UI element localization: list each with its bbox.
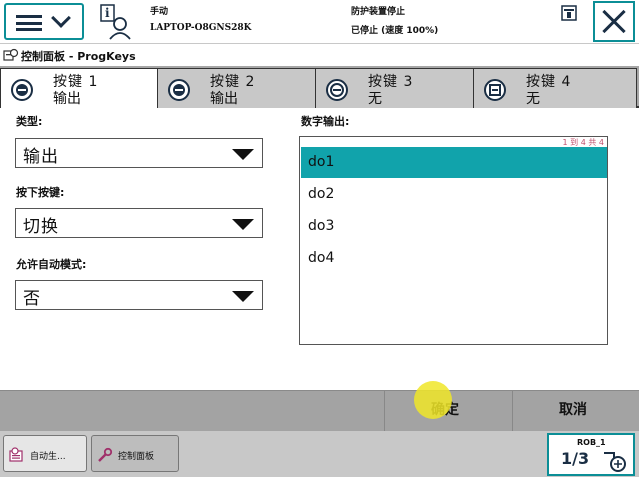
- dropdown-arrow-icon: [232, 149, 254, 160]
- type-label: 类型:: [16, 115, 43, 128]
- control-panel-icon: [3, 48, 19, 61]
- jog-mode-icon: [604, 452, 626, 472]
- tab-value: 无: [526, 91, 540, 107]
- digital-output-label: 数字输出:: [301, 115, 350, 128]
- chevron-down-icon: [51, 8, 71, 28]
- task-auto-produce[interactable]: 自动生...: [3, 435, 87, 472]
- task-label: 控制面板: [118, 452, 155, 462]
- svg-text:i: i: [105, 6, 110, 20]
- tab-value: 输出: [53, 91, 81, 107]
- allow-auto-label: 允许自动模式:: [16, 258, 87, 271]
- taskbar: 自动生... 控制面板 ROB_1 1/3: [0, 431, 639, 477]
- top-bar: i 手动 LAPTOP-O8GNS28K 防护装置停止 已停止 (速度 100%…: [0, 0, 639, 44]
- dropdown-arrow-icon: [232, 291, 254, 302]
- wrench-icon: [98, 447, 113, 462]
- tab-key-4[interactable]: 按键 4 无: [474, 68, 637, 108]
- list-item-do3[interactable]: do3: [301, 211, 607, 242]
- divider: [512, 391, 513, 432]
- list-item-do4[interactable]: do4: [301, 243, 607, 274]
- divider: [384, 391, 385, 432]
- close-button[interactable]: [593, 1, 635, 42]
- list-item-do1[interactable]: do1: [301, 147, 607, 178]
- speed-status: 已停止 (速度 100%): [351, 26, 439, 36]
- main-menu-button[interactable]: [4, 3, 84, 40]
- controller-name: LAPTOP-O8GNS28K: [150, 23, 252, 33]
- robot-name: ROB_1: [577, 438, 606, 447]
- tab-key-3[interactable]: 按键 3 无: [316, 68, 474, 108]
- cancel-button[interactable]: 取消: [518, 391, 628, 432]
- tab-value: 无: [368, 91, 382, 107]
- press-key-label: 按下按键:: [16, 186, 65, 199]
- task-control-panel[interactable]: 控制面板: [91, 435, 179, 472]
- key-tabs: 按键 1 输出 按键 2 输出 按键 3 无 按键 4 无: [0, 66, 639, 110]
- hamburger-icon: [16, 15, 42, 31]
- tab-value: 输出: [210, 91, 238, 107]
- list-item-do2[interactable]: do2: [301, 179, 607, 210]
- production-window-icon: [9, 447, 23, 462]
- tab-key-1[interactable]: 按键 1 输出: [0, 68, 158, 110]
- dropdown-arrow-icon: [232, 219, 254, 230]
- key-config-panel: 类型: 输出 按下按键: 切换 允许自动模式: 否 数字输出: 1 到 4 共 …: [0, 108, 639, 390]
- tab-key-2[interactable]: 按键 2 输出: [158, 68, 316, 108]
- touch-cursor-indicator: [414, 381, 452, 419]
- type-select[interactable]: 输出: [15, 138, 263, 168]
- allow-auto-select[interactable]: 否: [15, 280, 263, 310]
- none-key-icon: [484, 79, 506, 101]
- digital-output-list[interactable]: 1 到 4 共 4 do1 do2 do3 do4: [299, 136, 608, 345]
- task-label: 自动生...: [30, 452, 66, 462]
- robot-status-button[interactable]: ROB_1 1/3: [547, 433, 635, 476]
- page-title: 控制面板 - ProgKeys: [21, 50, 136, 63]
- output-key-icon: [11, 79, 33, 101]
- title-bar: 控制面板 - ProgKeys: [0, 44, 639, 66]
- press-key-select[interactable]: 切换: [15, 208, 263, 238]
- allow-auto-value: 否: [23, 289, 41, 309]
- mechanical-unit-fraction: 1/3: [561, 449, 590, 468]
- type-value: 输出: [23, 147, 59, 167]
- none-key-icon: [326, 79, 348, 101]
- document-icon[interactable]: [561, 5, 577, 21]
- action-bar: 确定 取消: [0, 390, 639, 432]
- press-key-value: 切换: [23, 217, 59, 237]
- operating-mode: 手动: [150, 7, 169, 17]
- safety-status: 防护装置停止: [351, 7, 406, 17]
- user-info-icon[interactable]: i: [96, 3, 134, 41]
- output-key-icon: [168, 79, 190, 101]
